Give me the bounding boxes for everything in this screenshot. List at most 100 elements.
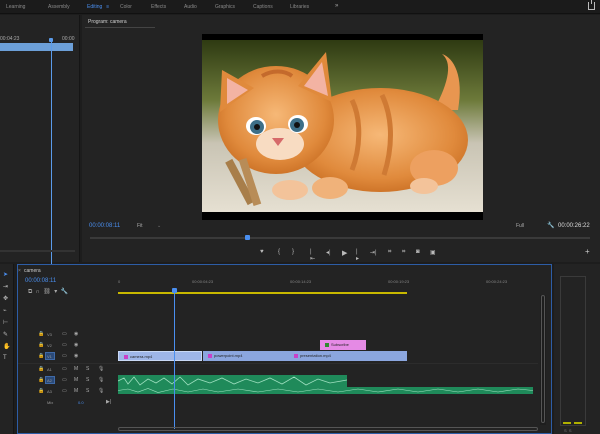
workspace-tab-graphics[interactable]: Graphics [215,4,235,10]
close-icon[interactable]: × [18,268,21,274]
go-to-in-icon[interactable]: |⇤ [310,249,315,262]
workspace-menu-icon[interactable]: ≡ [106,4,109,10]
mute-icon[interactable]: M [74,388,78,394]
selection-tool-icon[interactable]: ➤ [3,271,8,278]
razor-tool-icon[interactable]: ⌁ [3,307,7,314]
track-header-mix: Mix 0.0 ▶| [18,397,116,408]
track-header-a2: 🔒 A2 ▭ M S 🎙 [18,375,116,386]
resolution-select[interactable]: Full [516,223,524,229]
step-forward-icon[interactable]: |▸ [356,249,359,262]
track-name: A2 [47,378,52,383]
clip-fx-badge [208,353,212,358]
type-tool-icon[interactable]: T [3,355,7,361]
solo-icon[interactable]: S [86,377,89,383]
lock-icon[interactable]: 🔒 [38,331,44,337]
extract-icon[interactable]: ⌗ [402,249,405,256]
slip-tool-icon[interactable]: ⊢ [3,319,8,326]
audio-waveform [118,388,533,393]
sync-icon[interactable]: ▭ [62,366,67,372]
eye-icon[interactable]: ◉ [74,342,78,348]
linked-selection-icon[interactable]: ⛓ [43,289,51,295]
insert-sequence-icon[interactable]: ⧉ [28,289,32,295]
mix-value[interactable]: 0.0 [78,400,84,405]
program-scrubber[interactable] [90,237,590,239]
workspace-tab-editing[interactable]: Editing ≡ [87,4,109,10]
go-to-out-icon[interactable]: ⇥| [370,249,377,256]
add-marker-icon[interactable]: ▾ [54,289,57,295]
workspace-tab-editing-label: Editing [87,4,103,10]
snap-icon[interactable]: ∩ [36,289,40,295]
program-monitor: Program: camera 00:00:08:11 Fit ⌄ Full 🔧… [82,15,600,262]
program-monitor-tab[interactable]: Program: camera [88,19,127,25]
add-marker-icon[interactable]: ♥ [260,249,264,255]
ruler-label: 00:00:14:23 [290,279,312,284]
eye-icon[interactable]: ◉ [74,331,78,337]
solo-icon[interactable]: S [86,366,89,372]
workspace-tab-audio[interactable]: Audio [184,4,197,10]
comparison-view-icon[interactable]: ▣ [430,249,436,256]
microphone-icon[interactable]: 🎙 [98,388,104,394]
solo-icon[interactable]: S [86,388,89,394]
workspace-tab-learning[interactable]: Learning [6,4,25,10]
go-to-end-icon[interactable]: ▶| [106,399,111,405]
lock-icon[interactable]: 🔒 [38,342,44,348]
track-select-tool-icon[interactable]: ⇥ [3,283,8,290]
clip-camera[interactable]: camera.mp4 [118,351,202,361]
lock-icon[interactable]: 🔒 [38,366,44,372]
track-header-a3: 🔒 A3 ▭ M S 🎙 [18,386,116,397]
timeline-tab[interactable]: camera [24,268,41,274]
scroll-knob[interactable] [541,295,545,423]
workspace-tab-color[interactable]: Color [120,4,132,10]
add-button-icon[interactable]: + [585,247,590,256]
mute-icon[interactable]: M [74,377,78,383]
program-timecode[interactable]: 00:00:08:11 [89,223,120,229]
sync-icon[interactable]: ▭ [62,377,67,383]
workspace-tab-captions[interactable]: Captions [253,4,273,10]
clip-powerpoint[interactable]: powerpoint.mp4 [203,351,289,361]
lock-icon[interactable]: 🔒 [38,377,44,383]
source-scrollbar[interactable] [0,250,75,252]
pen-tool-icon[interactable]: ✎ [3,331,8,338]
sync-icon[interactable]: ▭ [62,353,67,359]
track-header-v3: 🔒 V3 ▭ ◉ [18,329,116,340]
timeline-horizontal-scrollbar[interactable] [118,427,538,431]
sync-icon[interactable]: ▭ [62,342,67,348]
export-frame-icon[interactable]: ◙ [416,249,420,255]
clip-subscribe[interactable]: Subscribe [320,340,366,350]
share-icon[interactable] [588,0,595,10]
timeline-vertical-scrollbar[interactable] [540,295,546,425]
eye-icon[interactable]: ◉ [74,353,78,359]
sync-icon[interactable]: ▭ [62,388,67,394]
audio-clip-a2[interactable] [118,387,533,394]
timeline-settings-icon[interactable]: 🔧 [61,289,68,295]
program-playhead[interactable] [245,235,250,240]
lock-icon[interactable]: 🔒 [38,353,44,359]
mark-in-icon[interactable]: { [278,249,280,255]
clip-presentation[interactable]: presentation.mp4 [289,351,407,361]
chevron-down-icon[interactable]: ⌄ [157,223,161,229]
microphone-icon[interactable]: 🎙 [98,377,104,383]
source-clip-bar[interactable] [0,43,73,51]
zoom-select[interactable]: Fit [137,223,143,229]
workspace-tab-libraries[interactable]: Libraries [290,4,309,10]
step-back-icon[interactable]: ◂| [326,249,331,256]
lock-icon[interactable]: 🔒 [38,388,44,394]
meter-right-level [574,422,582,424]
microphone-icon[interactable]: 🎙 [98,366,104,372]
hand-tool-icon[interactable]: ✋ [3,343,10,350]
workspace-tab-effects[interactable]: Effects [151,4,166,10]
sync-icon[interactable]: ▭ [62,331,67,337]
mark-out-icon[interactable]: } [292,249,294,255]
mute-icon[interactable]: M [74,366,78,372]
time-ruler[interactable]: 0 00:00:04:23 00:00:14:23 00:00:19:23 00… [118,277,543,289]
timeline-timecode[interactable]: 00:00:08:11 [25,278,56,284]
workspace-tab-assembly[interactable]: Assembly [48,4,70,10]
audio-clip-a1[interactable] [118,375,347,387]
ripple-edit-tool-icon[interactable]: ✥ [3,295,8,302]
solo-buttons[interactable]: S S [564,428,572,433]
more-workspaces-icon[interactable]: » [335,3,338,9]
work-area-bar[interactable] [118,292,407,294]
play-icon[interactable]: ▶ [342,249,347,257]
settings-wrench-icon[interactable]: 🔧 [547,222,554,229]
lift-icon[interactable]: ⌗ [388,249,391,256]
